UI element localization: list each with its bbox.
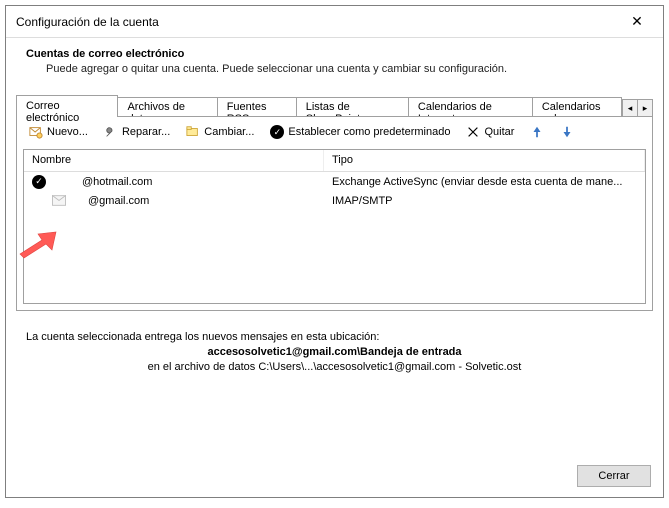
tab-internet-calendars[interactable]: Calendarios de Internet — [408, 97, 533, 117]
info-location: accesosolvetic1@gmail.com\Bandeja de ent… — [26, 346, 643, 358]
tab-strip: Correo electrónico Archivos de datos Fue… — [6, 81, 663, 117]
delivery-info: La cuenta seleccionada entrega los nuevo… — [6, 322, 663, 376]
new-button[interactable]: Nuevo... — [23, 123, 94, 141]
close-icon[interactable]: ✕ — [617, 8, 657, 36]
remove-button[interactable]: Quitar — [460, 123, 520, 141]
envelope-icon — [52, 195, 66, 206]
header-section: Cuentas de correo electrónico Puede agre… — [6, 38, 663, 81]
titlebar: Configuración de la cuenta ✕ — [6, 6, 663, 38]
envelope-icon — [29, 125, 43, 139]
account-type: IMAP/SMTP — [324, 195, 645, 207]
new-label: Nuevo... — [47, 126, 88, 138]
tab-data-files[interactable]: Archivos de datos — [117, 97, 217, 117]
dialog-window: Configuración de la cuenta ✕ Cuentas de … — [5, 5, 664, 498]
move-up-button[interactable] — [524, 123, 550, 141]
account-email: @hotmail.com — [82, 176, 152, 188]
check-circle-icon: ✓ — [32, 175, 46, 189]
table-header: Nombre Tipo — [24, 150, 645, 172]
check-circle-icon: ✓ — [270, 125, 284, 139]
dialog-footer: Cerrar — [6, 457, 663, 497]
header-description: Puede agregar o quitar una cuenta. Puede… — [26, 63, 649, 75]
info-datafile: en el archivo de datos C:\Users\...\acce… — [26, 361, 643, 373]
col-name[interactable]: Nombre — [24, 150, 324, 171]
col-type[interactable]: Tipo — [324, 150, 645, 171]
arrow-annotation-icon — [18, 230, 58, 262]
header-title: Cuentas de correo electrónico — [26, 48, 649, 60]
set-default-label: Establecer como predeterminado — [288, 126, 450, 138]
table-row[interactable]: @gmail.com IMAP/SMTP — [24, 191, 645, 210]
arrow-down-icon — [560, 125, 574, 139]
toolbar: Nuevo... Reparar... Cambiar... ✓ Estable… — [17, 117, 652, 147]
account-email: @gmail.com — [88, 195, 149, 207]
tab-scroll-left[interactable]: ◂ — [622, 99, 638, 117]
tab-sharepoint[interactable]: Listas de SharePoint — [296, 97, 409, 117]
tab-scroll-nav: ◂ ▸ — [623, 99, 653, 117]
info-intro: La cuenta seleccionada entrega los nuevo… — [26, 331, 643, 343]
tab-panel: Nuevo... Reparar... Cambiar... ✓ Estable… — [16, 116, 653, 311]
change-label: Cambiar... — [204, 126, 254, 138]
delete-icon — [466, 125, 480, 139]
move-down-button[interactable] — [554, 123, 580, 141]
accounts-table: Nombre Tipo ✓ @hotmail.com Exchange Acti… — [23, 149, 646, 304]
tab-rss-feeds[interactable]: Fuentes RSS — [217, 97, 297, 117]
wrench-icon — [104, 125, 118, 139]
tab-email[interactable]: Correo electrónico — [16, 95, 118, 117]
set-default-button[interactable]: ✓ Establecer como predeterminado — [264, 123, 456, 141]
remove-label: Quitar — [484, 126, 514, 138]
account-type: Exchange ActiveSync (enviar desde esta c… — [324, 176, 645, 188]
repair-label: Reparar... — [122, 126, 170, 138]
table-row[interactable]: ✓ @hotmail.com Exchange ActiveSync (envi… — [24, 172, 645, 191]
repair-button[interactable]: Reparar... — [98, 123, 176, 141]
tab-published-calendars[interactable]: Calendarios pul — [532, 97, 622, 117]
window-title: Configuración de la cuenta — [16, 15, 159, 29]
folder-icon — [186, 125, 200, 139]
arrow-up-icon — [530, 125, 544, 139]
change-button[interactable]: Cambiar... — [180, 123, 260, 141]
tab-scroll-right[interactable]: ▸ — [637, 99, 653, 117]
close-button[interactable]: Cerrar — [577, 465, 651, 487]
